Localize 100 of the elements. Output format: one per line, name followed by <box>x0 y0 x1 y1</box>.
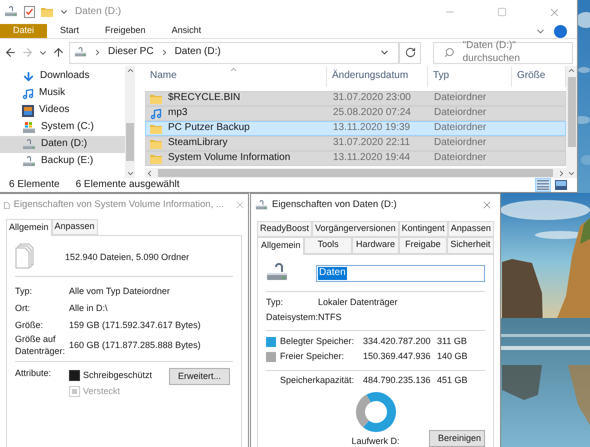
bytes-value: 150.369.447.936 <box>363 351 432 363</box>
selection-count: 6 Elemente ausgewählt <box>76 178 181 192</box>
drive-name-field[interactable]: Daten <box>316 265 485 282</box>
file-row[interactable]: SteamLibrary 31.07.2020 22:11 Dateiordner <box>145 136 566 151</box>
file-name: SteamLibrary <box>168 137 228 150</box>
column-header[interactable]: Name <box>145 66 327 87</box>
scroll-right-icon[interactable] <box>557 168 566 178</box>
summary-text: 152.940 Dateien, 5.090 Ordner <box>65 252 190 263</box>
tab[interactable]: ReadyBoost <box>257 221 312 238</box>
field-value: 159 GB (171.592.347.617 Bytes) <box>69 320 201 332</box>
drive-icon <box>255 200 268 210</box>
tab[interactable]: Allgemein <box>6 219 52 236</box>
file-name: $RECYCLE.BIN <box>168 92 240 105</box>
type-cell-text: Dateiordner <box>433 92 488 105</box>
scroll-down-icon[interactable] <box>567 169 576 178</box>
address-bar[interactable]: Dieser PC Daten (D:) <box>69 42 399 64</box>
file-row[interactable]: $RECYCLE.BIN 31.07.2020 23:00 Dateiordner <box>145 91 566 106</box>
breadcrumb-separator-icon <box>93 48 102 57</box>
folder-icon <box>150 124 162 134</box>
drive-icon <box>22 156 36 168</box>
navigation-item[interactable]: Downloads <box>0 68 125 85</box>
dialog-title: Eigenschaften von Daten (D:) <box>272 199 397 211</box>
field-value: Alle in D:\ <box>69 303 108 314</box>
maximize-icon[interactable] <box>497 7 507 17</box>
details-view-icon <box>537 180 549 190</box>
tab[interactable]: Kontingent <box>398 221 448 238</box>
field-value: Alle vom Typ Dateiordner <box>69 286 170 298</box>
refresh-icon[interactable] <box>399 42 421 64</box>
folder-icon <box>150 138 162 148</box>
column-header[interactable]: Typ <box>428 66 512 87</box>
bytes-value: 334.420.787.200 <box>363 336 432 348</box>
scroll-down-icon[interactable] <box>126 169 134 178</box>
navigation-item[interactable]: Backup (E:) <box>0 153 125 170</box>
scroll-left-icon[interactable] <box>145 168 154 178</box>
music-note-icon <box>22 88 34 100</box>
checkbox[interactable] <box>69 370 80 382</box>
ribbon-tab[interactable]: Ansicht <box>158 24 214 38</box>
advanced-button[interactable]: Erweitert... <box>168 368 230 385</box>
help-icon[interactable] <box>554 25 567 38</box>
legend-label: Freier Speicher: <box>280 351 346 363</box>
size-value: 311 GB <box>437 336 467 348</box>
drive-icon <box>266 262 290 282</box>
folder-icon <box>150 154 162 164</box>
drive-icon <box>74 47 87 58</box>
file-name: System Volume Information <box>168 152 290 165</box>
field-label: Attribute: <box>15 368 52 379</box>
ribbon-tab[interactable]: Freigeben <box>92 24 159 38</box>
item-count: 6 Elemente <box>9 178 60 192</box>
film-icon <box>22 104 34 116</box>
scrollbar[interactable] <box>125 66 135 178</box>
field-label: Ort: <box>15 303 31 314</box>
navigation-item[interactable]: Musik <box>0 85 125 102</box>
scrollbar[interactable] <box>145 168 566 178</box>
tab[interactable]: Anpassen <box>448 221 494 238</box>
legend-label: Belegter Speicher: <box>280 336 356 348</box>
navigation-item[interactable]: Videos <box>0 102 125 119</box>
column-header[interactable]: Änderungsdatum <box>327 66 428 87</box>
close-icon[interactable] <box>481 199 493 211</box>
tab[interactable]: Vorgängerversionen <box>312 221 399 238</box>
folder-icon <box>41 7 53 17</box>
dialog-title: Eigenschaften von System Volume Information, ... <box>14 199 224 211</box>
document-icon <box>4 200 10 210</box>
type-cell-text: Dateiordner <box>433 152 488 165</box>
file-row[interactable]: PC Putzer Backup 13.11.2020 19:39 Dateiordner <box>145 121 566 136</box>
size-value: 451 GB <box>437 375 468 387</box>
file-row[interactable]: mp3 25.08.2020 07:24 Dateiordner <box>145 106 566 121</box>
navigation-item[interactable]: Daten (D:) <box>0 136 125 153</box>
tab[interactable]: Sicherheit <box>446 237 494 254</box>
music-note-icon <box>150 108 162 120</box>
ribbon-tab[interactable]: Start <box>47 24 92 38</box>
view-button[interactable] <box>553 178 569 192</box>
tab[interactable]: Anpassen <box>52 219 98 236</box>
scroll-up-icon[interactable] <box>126 66 134 75</box>
file-row[interactable]: System Volume Information 13.11.2020 19:44 Dateiordner <box>145 151 566 166</box>
date-cell-text: 25.08.2020 07:24 <box>332 107 412 120</box>
folder-icon <box>150 94 162 104</box>
field-value: Lokaler Datenträger <box>318 297 398 309</box>
field-label: Typ: <box>15 286 34 298</box>
scroll-up-icon[interactable] <box>567 66 576 75</box>
tab[interactable]: Allgemein <box>257 237 304 254</box>
tab[interactable]: Freigabe <box>399 237 447 254</box>
scrollbar[interactable] <box>566 66 577 178</box>
file-name: PC Putzer Backup <box>168 122 250 135</box>
tab[interactable]: Hardware <box>352 237 400 254</box>
preview-view-icon <box>555 180 567 190</box>
cleanup-button[interactable]: Bereinigen <box>429 430 485 447</box>
search-icon <box>444 47 455 58</box>
field-label: Größe: <box>15 320 44 332</box>
search-field[interactable]: "Daten (D:)" durchsuchen <box>433 42 573 64</box>
breadcrumb[interactable]: Daten (D:) <box>174 46 221 59</box>
drive-label: Laufwerk D: <box>351 436 400 447</box>
navigation-item[interactable]: System (C:) <box>0 119 125 136</box>
back-icon[interactable] <box>4 46 17 59</box>
tab[interactable]: Tools <box>304 237 352 254</box>
field-label: Dateisystem: <box>266 312 318 324</box>
breadcrumb[interactable]: Dieser PC <box>108 46 154 59</box>
up-icon[interactable] <box>52 46 65 59</box>
download-icon <box>22 70 35 83</box>
system-drive-icon <box>22 122 36 134</box>
checkbox-label[interactable]: Schreibgeschützt <box>83 370 152 382</box>
